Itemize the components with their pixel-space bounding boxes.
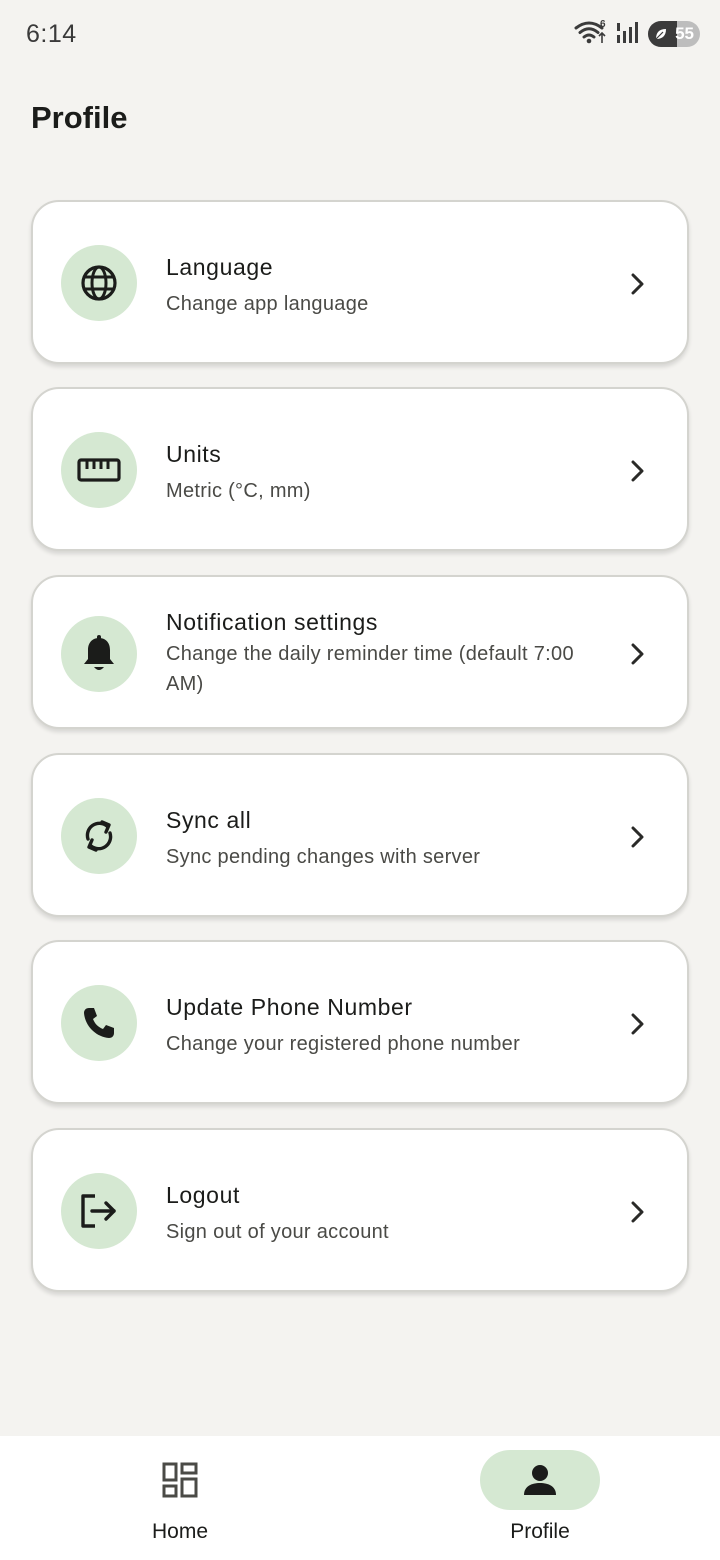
nav-item-home[interactable]: Home — [60, 1436, 300, 1560]
bell-icon — [84, 635, 114, 670]
wifi-icon: 6 — [574, 19, 608, 50]
battery-indicator: 55 — [648, 21, 700, 47]
nav-item-profile[interactable]: Profile — [420, 1436, 660, 1560]
ruler-icon-circle — [61, 432, 137, 508]
ruler-icon — [77, 458, 121, 482]
sync-icon-circle — [61, 798, 137, 874]
chevron-right-icon — [631, 1013, 644, 1035]
signal-icon — [616, 20, 640, 49]
battery-saver-icon — [655, 29, 666, 40]
setting-subtitle: Metric (°C, mm) — [166, 480, 311, 502]
setting-title: Sync all — [166, 807, 252, 833]
setting-title: Language — [166, 254, 274, 280]
dashboard-icon — [162, 1462, 198, 1498]
setting-title: Logout — [166, 1182, 240, 1208]
chevron-right-icon — [631, 460, 644, 482]
nav-label-home: Home — [151, 1520, 209, 1543]
update-phone-card[interactable]: Update Phone Number Change your register… — [31, 940, 689, 1104]
logout-card[interactable]: Logout Sign out of your account — [31, 1128, 689, 1292]
logout-icon — [81, 1194, 116, 1228]
chevron-right-icon — [631, 1201, 644, 1223]
sync-all-card[interactable]: Sync all Sync pending changes with serve… — [31, 753, 689, 917]
bottom-navigation: Home Profile — [0, 1436, 720, 1560]
wifi-badge: 6 — [600, 19, 606, 30]
person-icon — [524, 1465, 556, 1495]
setting-title: Update Phone Number — [166, 994, 413, 1020]
setting-subtitle: Sign out of your account — [166, 1221, 389, 1243]
phone-icon-circle — [61, 985, 137, 1061]
status-icons: 6 55 — [574, 19, 700, 50]
setting-subtitle: Change your registered phone number — [166, 1033, 521, 1055]
bell-icon-circle — [61, 616, 137, 692]
chevron-right-icon — [631, 273, 644, 295]
setting-subtitle: Sync pending changes with server — [166, 846, 481, 868]
nav-pill-profile-active — [480, 1450, 600, 1510]
nav-pill-home — [120, 1450, 240, 1510]
page-title: Profile — [31, 100, 128, 135]
units-setting-card[interactable]: Units Metric (°C, mm) — [31, 387, 689, 551]
phone-icon — [84, 1008, 114, 1038]
chevron-right-icon — [631, 643, 644, 665]
setting-title: Notification settings — [166, 609, 379, 635]
status-time: 6:14 — [26, 20, 77, 48]
profile-screen: 6:14 6 55 Profile Language Change app la… — [0, 0, 720, 1560]
language-setting-card[interactable]: Language Change app language — [31, 200, 689, 364]
chevron-right-icon — [631, 826, 644, 848]
sync-icon — [85, 820, 113, 852]
setting-title: Units — [166, 441, 222, 467]
battery-level: 55 — [675, 24, 694, 43]
setting-subtitle: Change the daily reminder time (default … — [166, 643, 574, 695]
setting-subtitle: Change app language — [166, 293, 369, 315]
nav-label-profile: Profile — [510, 1520, 570, 1543]
globe-icon — [81, 265, 117, 301]
logout-icon-circle — [61, 1173, 137, 1249]
globe-icon-circle — [61, 245, 137, 321]
notification-settings-card[interactable]: Notification settings Change the daily r… — [31, 575, 689, 729]
status-bar: 6:14 6 55 — [0, 0, 720, 70]
